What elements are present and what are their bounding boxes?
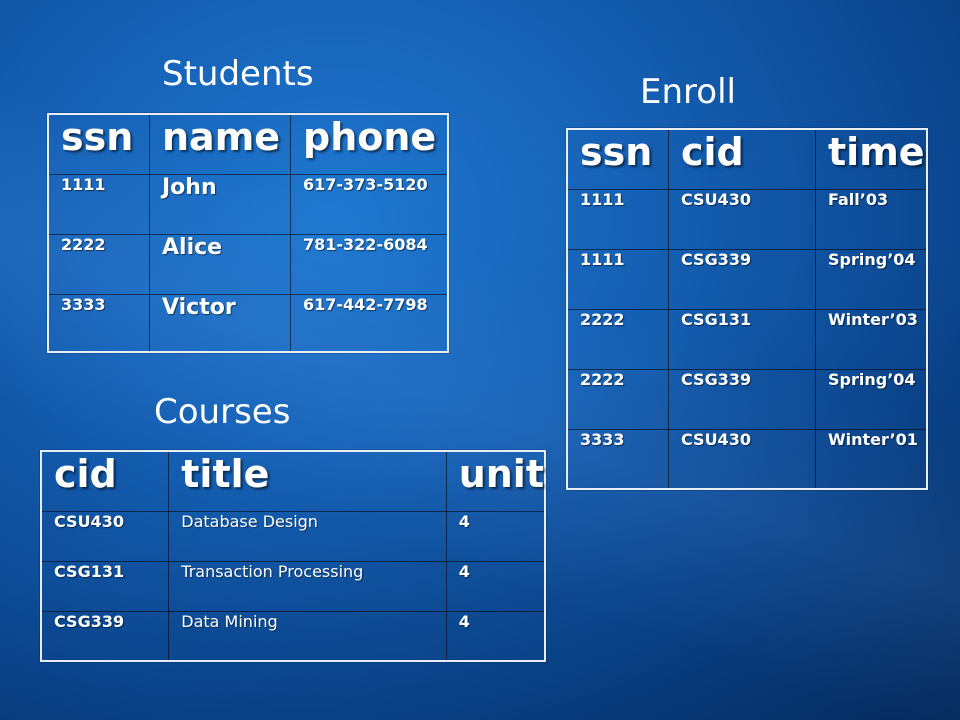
table-row: 1111 CSU430 Fall’03 [566, 188, 928, 250]
table-row: 1111 John 617-373-5120 [47, 173, 449, 235]
table-cell: 2222 [47, 233, 150, 295]
column-header: name [149, 113, 291, 175]
table-cell: 2222 [566, 368, 669, 430]
table-cell: Victor [149, 293, 291, 353]
table-cell: 4 [445, 610, 546, 662]
table-cell: Fall’03 [815, 188, 928, 250]
table-cell: Data Mining [168, 610, 447, 662]
table-row: CSG339 Data Mining 4 [40, 610, 546, 662]
table-cell: CSG339 [40, 610, 170, 662]
table-cell: 1111 [47, 173, 150, 235]
courses-table: cid title unit CSU430 Database Design 4 … [40, 450, 546, 662]
table-cell: CSG339 [668, 248, 816, 310]
table-cell: CSG131 [40, 560, 170, 612]
table-cell: 781-322-6084 [290, 233, 449, 295]
table-cell: CSG131 [668, 308, 816, 370]
column-header: title [168, 450, 447, 512]
table-cell: 3333 [47, 293, 150, 353]
table-cell: John [149, 173, 291, 235]
students-table: ssn name phone 1111 John 617-373-5120 22… [47, 113, 449, 353]
table-cell: Alice [149, 233, 291, 295]
enroll-caption: Enroll [640, 72, 736, 112]
table-cell: CSU430 [40, 510, 170, 562]
column-header: time [815, 128, 928, 190]
column-header: cid [668, 128, 816, 190]
table-cell: Transaction Processing [168, 560, 447, 612]
table-row: 2222 Alice 781-322-6084 [47, 233, 449, 295]
table-cell: Spring’04 [815, 248, 928, 310]
table-cell: 1111 [566, 188, 669, 250]
table-cell: Winter’03 [815, 308, 928, 370]
table-cell: CSG339 [668, 368, 816, 430]
table-row: 2222 CSG339 Spring’04 [566, 368, 928, 430]
table-cell: Spring’04 [815, 368, 928, 430]
column-header: ssn [566, 128, 669, 190]
courses-caption: Courses [154, 392, 291, 432]
table-cell: Winter’01 [815, 428, 928, 490]
table-cell: 4 [445, 510, 546, 562]
table-cell: 617-442-7798 [290, 293, 449, 353]
table-header-row: cid title unit [40, 450, 546, 512]
enroll-table: ssn cid time 1111 CSU430 Fall’03 1111 CS… [566, 128, 928, 490]
table-cell: 1111 [566, 248, 669, 310]
table-cell: CSU430 [668, 188, 816, 250]
table-cell: Database Design [168, 510, 447, 562]
table-header-row: ssn cid time [566, 128, 928, 190]
table-cell: 4 [445, 560, 546, 612]
table-header-row: ssn name phone [47, 113, 449, 175]
table-cell: 617-373-5120 [290, 173, 449, 235]
column-header: unit [445, 450, 546, 512]
table-row: 2222 CSG131 Winter’03 [566, 308, 928, 370]
table-cell: 3333 [566, 428, 669, 490]
table-row: 3333 CSU430 Winter’01 [566, 428, 928, 490]
students-caption: Students [162, 54, 314, 94]
table-row: CSG131 Transaction Processing 4 [40, 560, 546, 612]
table-row: 1111 CSG339 Spring’04 [566, 248, 928, 310]
table-row: CSU430 Database Design 4 [40, 510, 546, 562]
column-header: ssn [47, 113, 150, 175]
table-cell: 2222 [566, 308, 669, 370]
table-row: 3333 Victor 617-442-7798 [47, 293, 449, 353]
column-header: phone [290, 113, 449, 175]
column-header: cid [40, 450, 170, 512]
table-cell: CSU430 [668, 428, 816, 490]
